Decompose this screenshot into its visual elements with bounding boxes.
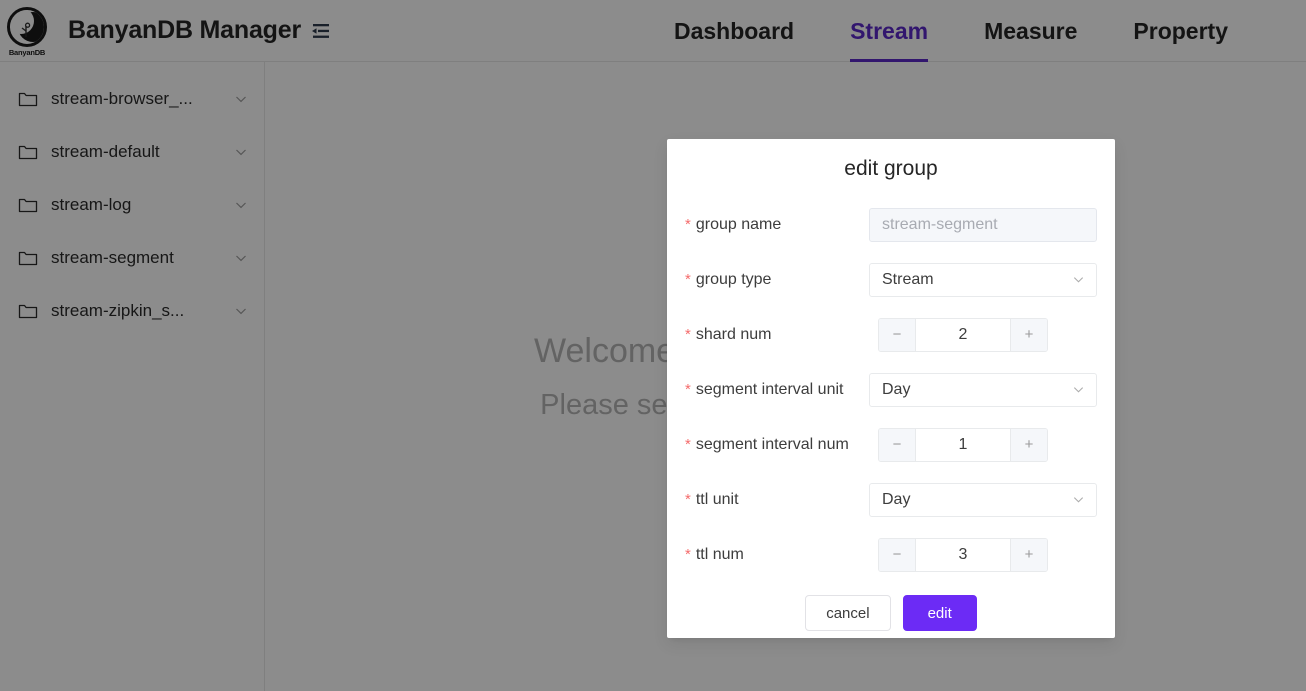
- label-ttl-unit: * ttl unit: [685, 491, 869, 509]
- form-row-group-name: * group name: [685, 197, 1097, 252]
- ttl-unit-value: Day: [882, 490, 911, 508]
- field-label-text: ttl num: [695, 545, 744, 563]
- ttl-num-decrement-button[interactable]: −: [879, 538, 916, 571]
- label-group-type: * group type: [685, 271, 869, 289]
- segment-interval-num-stepper: − +: [878, 427, 1048, 462]
- form-row-ttl-unit: * ttl unit Day: [685, 472, 1097, 527]
- shard-num-increment-button[interactable]: +: [1010, 318, 1047, 351]
- field-label-text: group name: [695, 215, 782, 233]
- chevron-down-icon: [1073, 277, 1084, 283]
- edit-submit-button[interactable]: edit: [902, 595, 977, 631]
- ttl-unit-select[interactable]: Day: [869, 482, 1097, 517]
- field-label-text: ttl unit: [695, 490, 739, 508]
- label-segment-interval-num: * segment interval num: [685, 436, 878, 454]
- app-root: BanyanDB BanyanDB Manager Dashboard Stre…: [0, 0, 1306, 691]
- required-asterisk: *: [685, 215, 691, 233]
- required-asterisk: *: [685, 435, 691, 453]
- segment-interval-unit-value: Day: [882, 380, 911, 398]
- field-label-text: group type: [695, 270, 772, 288]
- shard-num-input[interactable]: [916, 318, 1010, 351]
- field-label-text: segment interval unit: [695, 380, 844, 398]
- form-row-group-type: * group type Stream: [685, 252, 1097, 307]
- shard-num-decrement-button[interactable]: −: [879, 318, 916, 351]
- group-type-select[interactable]: Stream: [869, 262, 1097, 297]
- required-asterisk: *: [685, 545, 691, 563]
- segment-interval-num-increment-button[interactable]: +: [1010, 428, 1047, 461]
- label-group-name: * group name: [685, 216, 869, 234]
- ttl-num-stepper: − +: [878, 537, 1048, 572]
- form-row-segment-interval-num: * segment interval num − +: [685, 417, 1097, 472]
- form-row-segment-interval-unit: * segment interval unit Day: [685, 362, 1097, 417]
- form-row-shard-num: * shard num − +: [685, 307, 1097, 362]
- ttl-num-input[interactable]: [916, 538, 1010, 571]
- required-asterisk: *: [685, 490, 691, 508]
- ttl-num-increment-button[interactable]: +: [1010, 538, 1047, 571]
- field-label-text: shard num: [695, 325, 772, 343]
- dialog-title: edit group: [844, 157, 938, 180]
- segment-interval-num-decrement-button[interactable]: −: [879, 428, 916, 461]
- dialog-actions: cancel edit: [685, 582, 1097, 631]
- label-ttl-num: * ttl num: [685, 546, 878, 564]
- required-asterisk: *: [685, 270, 691, 288]
- edit-group-form: * group name * group type Stream: [667, 181, 1115, 631]
- chevron-down-icon: [1073, 387, 1084, 393]
- field-label-text: segment interval num: [695, 435, 849, 453]
- edit-group-dialog: edit group * group name * group type: [667, 139, 1115, 638]
- cancel-button[interactable]: cancel: [805, 595, 891, 631]
- shard-num-stepper: − +: [878, 317, 1048, 352]
- label-shard-num: * shard num: [685, 326, 878, 344]
- group-type-value: Stream: [882, 270, 934, 288]
- chevron-down-icon: [1073, 497, 1084, 503]
- segment-interval-unit-select[interactable]: Day: [869, 372, 1097, 407]
- required-asterisk: *: [685, 325, 691, 343]
- form-row-ttl-num: * ttl num − +: [685, 527, 1097, 582]
- required-asterisk: *: [685, 380, 691, 398]
- sprout-icon: [21, 22, 31, 37]
- label-segment-interval-unit: * segment interval unit: [685, 381, 869, 399]
- segment-interval-num-input[interactable]: [916, 428, 1010, 461]
- group-name-input[interactable]: [869, 207, 1097, 242]
